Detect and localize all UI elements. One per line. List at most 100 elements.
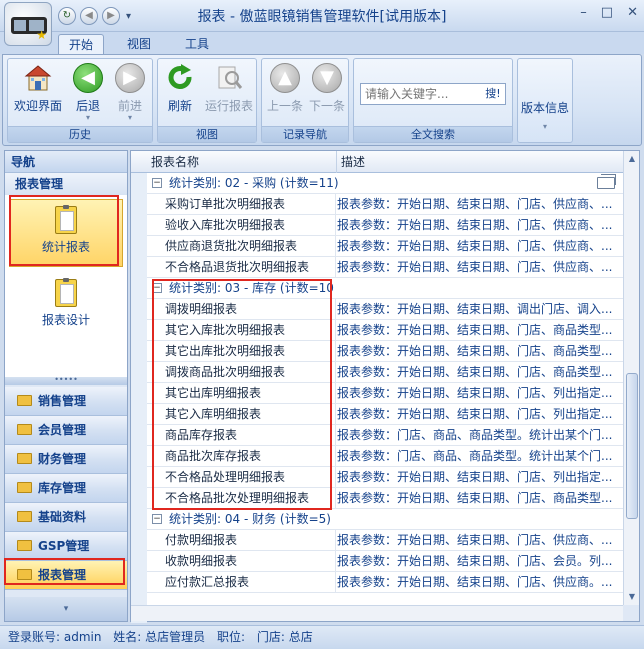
nav-tile-panel: 统计报表 报表设计 [5, 195, 127, 377]
table-row[interactable]: 其它出库批次明细报表 报表参数：开始日期、结束日期、门店、商品类型... [147, 341, 623, 362]
forward-dropdown-icon[interactable]: ▾ [110, 114, 150, 122]
vertical-scrollbar[interactable]: ▲ ▼ [623, 151, 639, 605]
column-report-name[interactable]: 报表名称 [147, 151, 337, 173]
maximize-button[interactable]: □ [601, 5, 613, 20]
group-row[interactable]: − 统计类别: 04 - 财务 (计数=5) [147, 509, 623, 530]
forward-button[interactable]: ▶ 前进 ▾ [110, 63, 150, 125]
collapse-icon[interactable]: − [152, 283, 162, 293]
version-info-button[interactable]: 版本信息 ▾ [517, 58, 573, 143]
report-name-cell: 付款明细报表 [165, 533, 238, 547]
minimize-button[interactable]: – [580, 5, 587, 20]
table-row[interactable]: 付款明细报表 报表参数：开始日期、结束日期、门店、供应商、... [147, 530, 623, 551]
nav-module-sales[interactable]: 销售管理 [5, 387, 127, 416]
cell-divider [335, 194, 336, 214]
app-logo-icon[interactable]: ★ [4, 2, 52, 46]
ribbon: 欢迎界面 ◀ 后退 ▾ ▶ 前进 ▾ 历史 刷新 运行报表 视图 ▲ 上一条 ▼… [2, 54, 642, 146]
table-row[interactable]: 验收入库批次明细报表 报表参数：开始日期、结束日期、门店、供应商、... [147, 215, 623, 236]
table-row[interactable]: 商品批次库存报表 报表参数：门店、商品、商品类型。统计出某个门... [147, 446, 623, 467]
refresh-button[interactable]: 刷新 [160, 63, 200, 125]
nav-configure-icon[interactable]: ▾ [5, 597, 127, 621]
nav-module-reports[interactable]: 报表管理 [5, 561, 127, 590]
nav-module-basic-data[interactable]: 基础资料 [5, 503, 127, 532]
nav-tile-statistics-report[interactable]: 统计报表 [9, 199, 123, 267]
next-record-button[interactable]: ▼ 下一条 [306, 63, 348, 125]
table-row[interactable]: 其它出库明细报表 报表参数：开始日期、结束日期、门店、列出指定... [147, 383, 623, 404]
refresh-icon [168, 64, 192, 89]
report-name-cell: 不合格品批次处理明细报表 [165, 491, 310, 505]
prev-record-button[interactable]: ▲ 上一条 [264, 63, 306, 125]
folder-icon [17, 395, 32, 406]
refresh-label: 刷新 [167, 99, 192, 113]
prev-record-label: 上一条 [266, 99, 303, 113]
description-cell: 报表参数：开始日期、结束日期、门店、供应商。... [337, 575, 613, 589]
nav-module-gsp[interactable]: GSP管理 [5, 532, 127, 561]
table-row[interactable]: 调拨明细报表 报表参数：开始日期、结束日期、调出门店、调入... [147, 299, 623, 320]
nav-tile-label: 统计报表 [41, 240, 90, 254]
search-button[interactable]: 搜! [482, 85, 504, 103]
table-row[interactable]: 收款明细报表 报表参数：开始日期、结束日期、门店、会员。列... [147, 551, 623, 572]
report-name-cell: 收款明细报表 [165, 554, 238, 568]
table-row[interactable]: 不合格品批次处理明细报表 报表参数：开始日期、结束日期、门店、商品类型... [147, 488, 623, 509]
arrow-left-icon: ◀ [73, 63, 103, 93]
cell-divider [335, 425, 336, 445]
table-row[interactable]: 不合格品退货批次明细报表 报表参数：开始日期、结束日期、门店、供应商、... [147, 257, 623, 278]
next-record-label: 下一条 [308, 99, 345, 113]
grid-rows: − 统计类别: 02 - 采购 (计数=11) 采购订单批次明细报表 报表参数：开始日… [147, 173, 623, 593]
table-row[interactable]: 应付款汇总报表 报表参数：开始日期、结束日期、门店、供应商。... [147, 572, 623, 593]
table-row[interactable]: 其它入库明细报表 报表参数：开始日期、结束日期、门店、列出指定... [147, 404, 623, 425]
description-cell: 报表参数：开始日期、结束日期、门店、列出指定... [337, 470, 613, 484]
description-cell: 报表参数：门店、商品、商品类型。统计出某个门... [337, 449, 613, 463]
group-row[interactable]: − 统计类别: 02 - 采购 (计数=11) [147, 173, 623, 194]
collapse-icon[interactable]: − [152, 178, 162, 188]
group-history: 欢迎界面 ◀ 后退 ▾ ▶ 前进 ▾ 历史 [7, 58, 153, 143]
tab-tools[interactable]: 工具 [174, 34, 220, 54]
scroll-thumb[interactable] [626, 373, 638, 519]
nav-module-label: 报表管理 [38, 568, 87, 582]
description-cell: 报表参数：门店、商品、商品类型。统计出某个门... [337, 428, 613, 442]
description-cell: 报表参数：开始日期、结束日期、门店、会员。列... [337, 554, 613, 568]
nav-module-label: GSP管理 [38, 539, 90, 553]
nav-module-finance[interactable]: 财务管理 [5, 445, 127, 474]
welcome-button[interactable]: 欢迎界面 [10, 63, 66, 125]
back-button[interactable]: ◀ 后退 ▾ [68, 63, 108, 125]
collapse-icon[interactable]: − [152, 514, 162, 524]
table-row[interactable]: 其它入库批次明细报表 报表参数：开始日期、结束日期、门店、商品类型... [147, 320, 623, 341]
nav-module-members[interactable]: 会员管理 [5, 416, 127, 445]
clipboard-pencil-icon [55, 278, 77, 307]
nav-splitter[interactable]: ••••• [5, 376, 127, 385]
report-name-cell: 其它入库明细报表 [165, 407, 262, 421]
column-description[interactable]: 描述 [337, 151, 623, 173]
cell-divider [335, 551, 336, 571]
magnifier-report-icon [218, 66, 243, 89]
table-row[interactable]: 调拨商品批次明细报表 报表参数：开始日期、结束日期、门店、商品类型... [147, 362, 623, 383]
report-name-cell: 商品库存报表 [165, 428, 238, 442]
tab-home[interactable]: 开始 [58, 34, 104, 54]
nav-module-label: 销售管理 [38, 394, 87, 408]
horizontal-scrollbar[interactable] [131, 605, 623, 621]
group-row[interactable]: − 统计类别: 03 - 库存 (计数=10 [147, 278, 623, 299]
table-row[interactable]: 商品库存报表 报表参数：门店、商品、商品类型。统计出某个门... [147, 425, 623, 446]
nav-module-label: 基础资料 [38, 510, 87, 524]
run-report-button[interactable]: 运行报表 [202, 63, 256, 125]
table-row[interactable]: 不合格品处理明细报表 报表参数：开始日期、结束日期、门店、列出指定... [147, 467, 623, 488]
tab-view[interactable]: 视图 [116, 34, 162, 54]
group-row-label: 统计类别: 03 - 库存 (计数=10 [169, 281, 334, 295]
table-row[interactable]: 采购订单批次明细报表 报表参数：开始日期、结束日期、门店、供应商、... [147, 194, 623, 215]
report-name-cell: 不合格品处理明细报表 [165, 470, 286, 484]
scroll-down-icon[interactable]: ▼ [625, 589, 639, 605]
grid-header: 报表名称 描述 [131, 151, 623, 173]
status-bar: 登录账号: admin 姓名: 总店管理员 职位: 门店: 总店 [0, 625, 644, 649]
report-name-cell: 商品批次库存报表 [165, 449, 262, 463]
report-name-cell: 调拨明细报表 [165, 302, 238, 316]
cell-divider [335, 362, 336, 382]
close-button[interactable]: ✕ [627, 5, 638, 20]
back-dropdown-icon[interactable]: ▾ [68, 114, 108, 122]
table-row[interactable]: 供应商退货批次明细报表 报表参数：开始日期、结束日期、门店、供应商、... [147, 236, 623, 257]
group-panel-icon[interactable] [597, 174, 616, 189]
nav-module-inventory[interactable]: 库存管理 [5, 474, 127, 503]
nav-tile-report-design[interactable]: 报表设计 [9, 273, 123, 341]
scroll-up-icon[interactable]: ▲ [625, 151, 639, 167]
description-cell: 报表参数：开始日期、结束日期、门店、列出指定... [337, 407, 613, 421]
description-cell: 报表参数：开始日期、结束日期、门店、商品类型... [337, 323, 613, 337]
report-name-cell: 调拨商品批次明细报表 [165, 365, 286, 379]
